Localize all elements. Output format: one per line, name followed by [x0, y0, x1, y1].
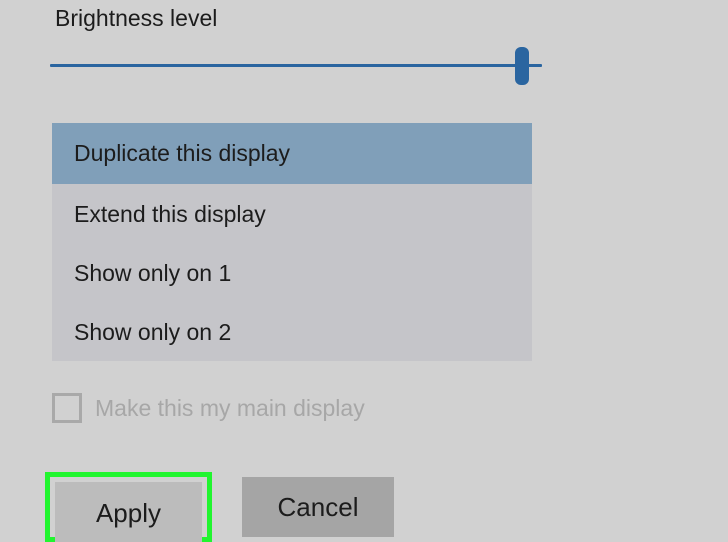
- slider-thumb[interactable]: [515, 47, 530, 85]
- cancel-button[interactable]: Cancel: [242, 477, 394, 537]
- display-option-duplicate[interactable]: Duplicate this display: [52, 123, 532, 184]
- display-option-show-only-2[interactable]: Show only on 2: [52, 302, 532, 361]
- display-option-show-only-1[interactable]: Show only on 1: [52, 243, 532, 302]
- apply-button[interactable]: Apply: [55, 482, 202, 542]
- main-display-checkbox[interactable]: [52, 393, 82, 423]
- display-mode-list: Duplicate this display Extend this displ…: [52, 123, 532, 361]
- brightness-slider[interactable]: [50, 44, 542, 88]
- slider-track[interactable]: [50, 64, 542, 67]
- brightness-label: Brightness level: [55, 5, 218, 31]
- main-display-label: Make this my main display: [95, 394, 365, 421]
- display-option-extend[interactable]: Extend this display: [52, 184, 532, 243]
- main-display-row: Make this my main display: [52, 390, 365, 426]
